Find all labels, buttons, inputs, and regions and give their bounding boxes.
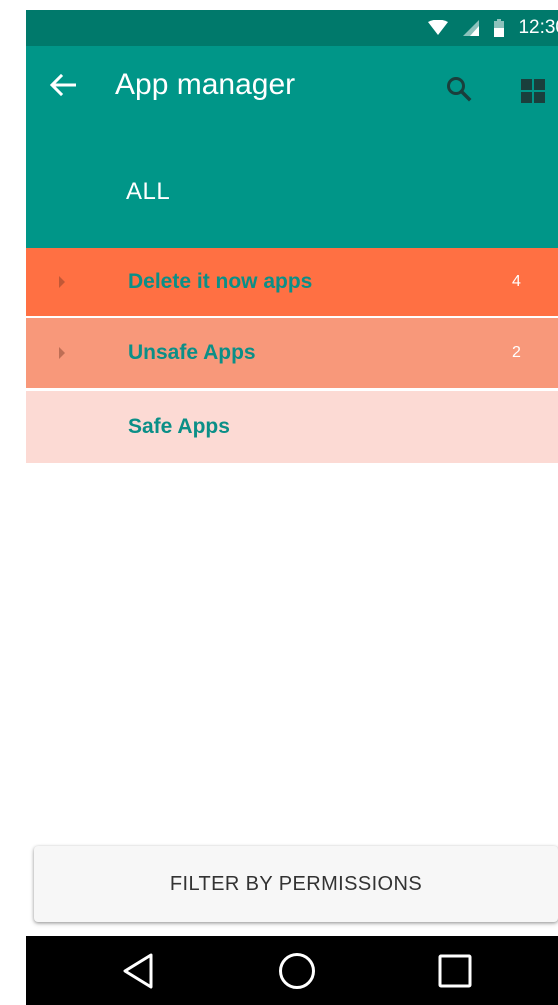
grid-view-icon[interactable] (516, 74, 550, 108)
back-arrow-icon[interactable] (46, 68, 80, 102)
group-count: 2 (512, 344, 521, 361)
group-row-unsafe-apps[interactable]: Unsafe Apps 2 (26, 318, 558, 388)
status-bar: 12:30 (26, 10, 558, 46)
expand-arrow-icon (59, 347, 65, 359)
group-label: Unsafe Apps (128, 341, 256, 364)
recents-square-icon[interactable] (425, 936, 485, 1005)
app-manager-screen: 12:30 App manager ALL Delete (26, 10, 558, 1005)
filter-by-permissions-button[interactable]: FILTER BY PERMISSIONS (34, 846, 558, 922)
group-row-delete-it-now[interactable]: Delete it now apps 4 (26, 248, 558, 316)
battery-icon (494, 19, 505, 37)
search-icon[interactable] (442, 72, 476, 106)
home-circle-icon[interactable] (267, 936, 327, 1005)
group-count: 4 (512, 273, 521, 290)
navigation-bar (26, 936, 558, 1005)
app-bar: App manager ALL (26, 46, 558, 248)
group-label: Safe Apps (128, 415, 230, 438)
tab-all[interactable]: ALL (126, 178, 170, 206)
group-label: Delete it now apps (128, 270, 313, 293)
signal-icon (462, 19, 480, 37)
back-triangle-icon[interactable] (108, 936, 168, 1005)
group-row-safe-apps[interactable]: Safe Apps (26, 391, 558, 463)
expand-arrow-icon (59, 276, 65, 288)
page-title: App manager (115, 68, 296, 101)
status-time: 12:30 (518, 17, 558, 38)
wifi-icon (428, 20, 449, 36)
